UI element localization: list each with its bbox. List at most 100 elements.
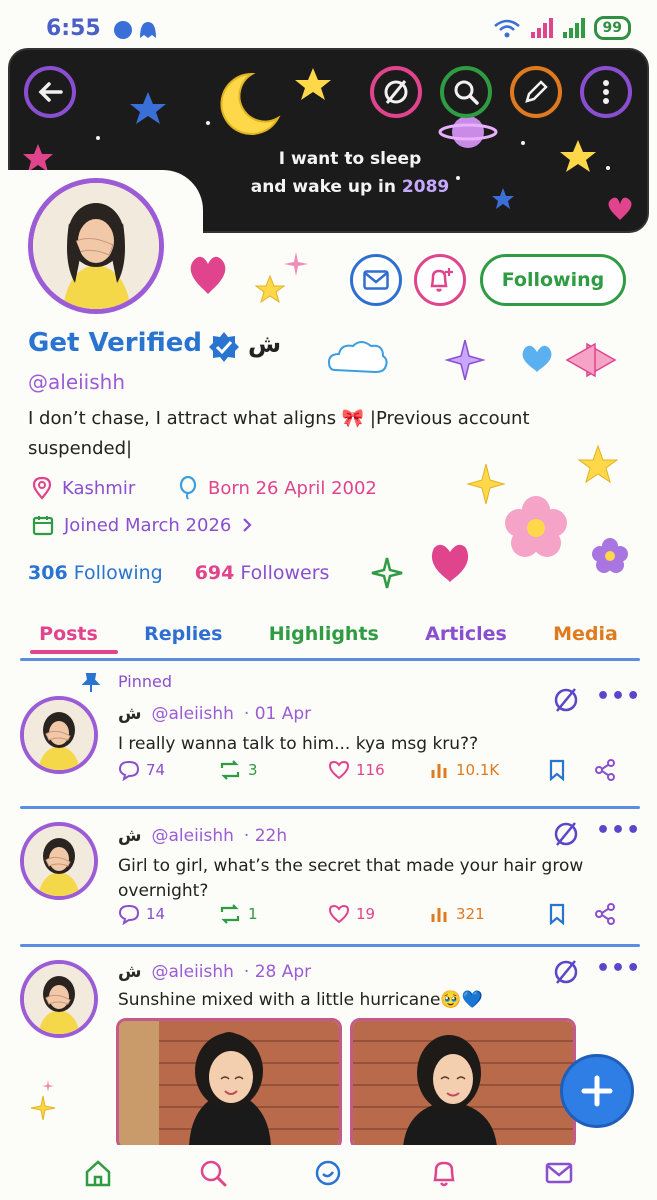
notify-button[interactable] [414, 254, 466, 306]
avatar-image [24, 700, 94, 770]
share-icon[interactable] [594, 903, 616, 925]
pinned-label: Pinned [118, 672, 173, 691]
battery-indicator: 99 [593, 16, 631, 40]
post-handle[interactable]: @aleiishh [151, 962, 233, 982]
post-avatar[interactable] [20, 960, 98, 1038]
comment-icon [118, 760, 140, 781]
bookmark-icon[interactable] [548, 903, 566, 925]
post-more-icon[interactable]: ••• [596, 684, 641, 709]
status-icons: 99 [492, 16, 631, 40]
bell-icon[interactable] [429, 1158, 459, 1188]
views-button[interactable]: 10.1K [430, 760, 499, 780]
grok-icon[interactable] [552, 686, 580, 714]
post-text: Girl to girl, what’s the secret that mad… [118, 856, 584, 901]
tab-articles[interactable]: Articles [425, 623, 507, 645]
following-count[interactable]: 306 Following [28, 562, 163, 584]
post-media-image-2[interactable] [350, 1018, 576, 1150]
back-button[interactable] [24, 66, 76, 118]
calendar-icon [32, 516, 54, 536]
message-button[interactable] [350, 254, 402, 306]
reply-button[interactable]: 74 [118, 759, 165, 781]
more-vertical-icon [603, 80, 609, 104]
grok-icon[interactable] [552, 958, 580, 986]
post-media-image-1[interactable] [116, 1018, 342, 1150]
like-button[interactable]: 116 [328, 760, 385, 780]
post-text: Sunshine mixed with a little hurricane🥹💙 [118, 990, 483, 1010]
location-text: Kashmir [62, 477, 136, 499]
repost-icon [220, 904, 240, 924]
post-header: ش @aleiishh · 22h [118, 826, 288, 846]
compose-button[interactable] [560, 1054, 634, 1128]
post-card-1[interactable]: Pinned ش @aleiishh · 01 Apr I really wan… [0, 666, 657, 806]
tab-media[interactable]: Media [553, 623, 618, 645]
post-time: · 01 Apr [243, 704, 312, 724]
follow-counts: 306 Following 694 Followers [28, 562, 329, 584]
post-card-2[interactable]: ش @aleiishh · 22h Girl to girl, what’s t… [0, 812, 657, 946]
search-button[interactable] [440, 66, 492, 118]
avatar-image [24, 826, 94, 896]
mail-icon [363, 270, 389, 290]
views-button[interactable]: 321 [430, 904, 485, 924]
more-button[interactable] [580, 66, 632, 118]
share-icon[interactable] [594, 759, 616, 781]
grok-icon [384, 80, 408, 104]
profile-avatar[interactable] [28, 178, 164, 314]
search-icon[interactable] [198, 1158, 228, 1188]
grok-icon[interactable] [313, 1158, 343, 1188]
grok-icon[interactable] [552, 820, 580, 848]
post-divider [20, 806, 640, 809]
post-handle[interactable]: @aleiishh [151, 826, 233, 846]
verified-badge-icon[interactable] [208, 331, 240, 363]
name-suffix: ش [248, 330, 282, 358]
post-more-icon[interactable]: ••• [596, 818, 641, 843]
birthday-text: Born 26 April 2002 [208, 477, 377, 499]
bell-plus-icon [430, 268, 453, 292]
search-icon [454, 80, 479, 105]
repost-button[interactable]: 3 [218, 759, 258, 781]
tab-highlights[interactable]: Highlights [269, 623, 379, 645]
grok-button[interactable] [370, 66, 422, 118]
joined-text: Joined March 2026 [64, 514, 232, 536]
mail-icon[interactable] [544, 1158, 574, 1188]
edit-button[interactable] [510, 66, 562, 118]
post-divider [20, 944, 640, 947]
meta-decorations [431, 444, 628, 582]
birthday-row: Born 26 April 2002 [178, 476, 377, 500]
avatar-image [33, 183, 159, 309]
repost-button[interactable]: 1 [218, 903, 258, 925]
post-time: · 22h [243, 826, 288, 846]
home-icon[interactable] [83, 1158, 113, 1188]
display-name[interactable]: Get Verified [28, 328, 202, 358]
back-arrow-icon [38, 82, 63, 102]
status-bar: 6:55 99 [0, 0, 657, 52]
signal-icon-1 [530, 18, 553, 38]
pin-icon [81, 673, 101, 692]
post-time: · 28 Apr [243, 962, 312, 982]
avatar-image [24, 964, 94, 1034]
post-avatar[interactable] [20, 696, 98, 774]
reply-button[interactable]: 14 [118, 903, 165, 925]
post-header: ش @aleiishh · 28 Apr [118, 962, 312, 982]
joined-row[interactable]: Joined March 2026 [32, 514, 253, 536]
tab-posts[interactable]: Posts [39, 623, 98, 645]
like-button[interactable]: 19 [328, 904, 375, 924]
post-more-icon[interactable]: ••• [596, 956, 641, 981]
post-handle[interactable]: @aleiishh [151, 704, 233, 724]
heart-icon [328, 904, 350, 924]
signal-icon-2 [562, 18, 585, 38]
heart-icon [328, 760, 350, 780]
sparkle-icon [371, 557, 403, 589]
photo-girl-smiling [353, 1021, 573, 1147]
following-button[interactable]: Following [480, 254, 626, 306]
post-avatar[interactable] [20, 822, 98, 900]
tabs-divider [20, 658, 640, 661]
bookmark-icon[interactable] [548, 759, 566, 781]
tab-replies[interactable]: Replies [144, 623, 222, 645]
sparkle-decorations [30, 1080, 56, 1121]
user-handle: @aleiishh [28, 370, 126, 394]
profile-decorations [190, 252, 308, 304]
followers-count[interactable]: 694 Followers [195, 562, 330, 584]
notification-icons [114, 21, 156, 39]
post-header: ش @aleiishh · 01 Apr [118, 704, 312, 724]
banner-line-2: and wake up in 2089 [250, 177, 450, 197]
